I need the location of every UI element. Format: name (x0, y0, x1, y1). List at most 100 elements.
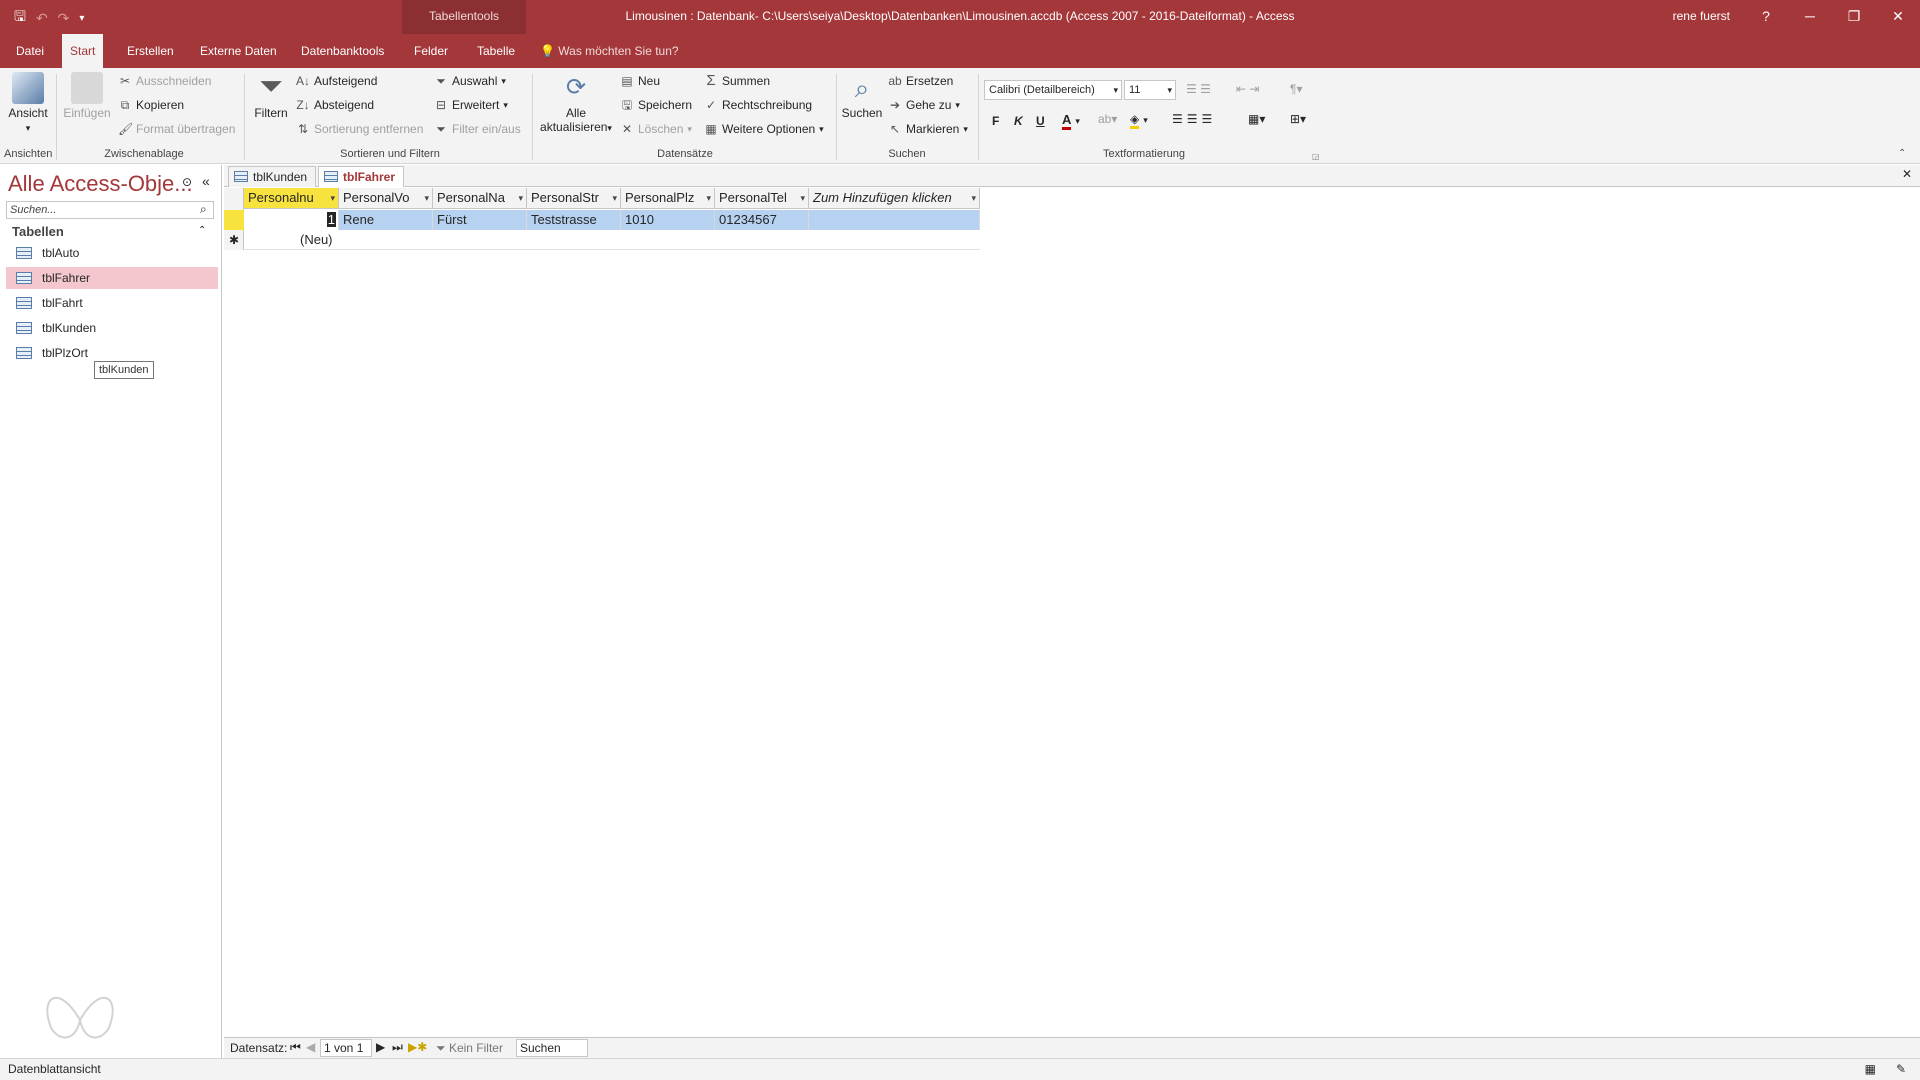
doc-tab-tblfahrer[interactable]: tblFahrer (318, 166, 405, 187)
tab-tabelle[interactable]: Tabelle (469, 34, 523, 68)
align-center-icon[interactable]: ☰ (1187, 112, 1198, 126)
close-button[interactable]: ✕ (1876, 0, 1920, 34)
tab-datei[interactable]: Datei (8, 34, 52, 68)
font-color-button[interactable]: A ▾ (1062, 112, 1080, 130)
chevron-down-icon[interactable]: ▾ (518, 188, 523, 208)
cell-personalstrasse[interactable]: Teststrasse (527, 210, 621, 230)
goto-button[interactable]: ➔ Gehe zu ▾ (888, 98, 960, 112)
help-button[interactable]: ? (1744, 0, 1788, 34)
paragraph-direction-icon[interactable]: ¶▾ (1290, 82, 1302, 96)
customize-qat-icon[interactable]: ▾ (79, 13, 84, 24)
cell-personalname[interactable]: Fürst (433, 210, 527, 230)
list-bullets-icon[interactable]: ☰ ☰ (1186, 82, 1211, 96)
more-options-button[interactable]: ▦ Weitere Optionen ▾ (704, 122, 823, 136)
restore-button[interactable]: ❐ (1832, 0, 1876, 34)
tab-datenbanktools[interactable]: Datenbanktools (293, 34, 392, 68)
minimize-button[interactable]: ─ (1788, 0, 1832, 34)
nav-group-tabellen[interactable]: Tabellen (12, 224, 64, 239)
alternate-row-color-icon[interactable]: ▦▾ (1248, 112, 1265, 126)
tell-me-box[interactable]: 💡 Was möchten Sie tun? (540, 34, 679, 68)
last-record-icon[interactable]: ⏭ (392, 1040, 403, 1055)
select-button[interactable]: ↖ Markieren ▾ (888, 122, 968, 136)
tab-erstellen[interactable]: Erstellen (119, 34, 182, 68)
filter-button[interactable]: ⏷ Filtern (250, 72, 292, 121)
column-header-personaltel[interactable]: PersonalTel ▾ (715, 188, 809, 209)
font-name-select[interactable]: Calibri (Detailbereich) ▾ (984, 80, 1122, 100)
column-header-personalvorname[interactable]: PersonalVo ▾ (339, 188, 433, 209)
collapse-pane-icon[interactable]: « (202, 173, 210, 189)
group-collapse-icon[interactable]: ⌃ (198, 225, 206, 236)
user-name[interactable]: rene fuerst (1673, 0, 1730, 34)
remove-sort-button[interactable]: ⇅ Sortierung entfernen (296, 122, 423, 136)
view-button[interactable]: Ansicht ▾ (6, 72, 50, 134)
italic-button[interactable]: K (1014, 114, 1023, 128)
no-filter-button[interactable]: ⏷ Kein Filter (436, 1041, 503, 1056)
tab-externe-daten[interactable]: Externe Daten (192, 34, 285, 68)
nav-item-tblfahrer[interactable]: tblFahrer (6, 267, 218, 289)
spelling-button[interactable]: ✓ Rechtschreibung (704, 98, 812, 112)
column-header-personalnummer[interactable]: Personalnu ▾ (244, 188, 339, 209)
fill-color-button[interactable]: ◈ ▾ (1130, 112, 1148, 129)
new-record-row[interactable]: (Neu) (244, 230, 980, 250)
new-record-selector[interactable]: ✱ (224, 230, 244, 250)
new-record-button[interactable]: ▤ Neu (620, 74, 660, 88)
search-icon[interactable]: ⌕ (200, 202, 207, 217)
refresh-all-button[interactable]: ⟳ Alle aktualisieren▾ (538, 72, 614, 134)
chevron-down-icon[interactable]: ▾ (800, 188, 805, 208)
gridlines-icon[interactable]: ⊞▾ (1290, 112, 1306, 126)
nav-item-tblfahrt[interactable]: tblFahrt (6, 292, 218, 314)
column-header-add-field[interactable]: Zum Hinzufügen klicken ▾ (809, 188, 980, 209)
cut-button[interactable]: ✂ Ausschneiden (118, 74, 211, 88)
chevron-down-icon[interactable]: ▾ (424, 188, 429, 208)
sort-ascending-button[interactable]: A↓ Aufsteigend (296, 74, 377, 88)
save-icon[interactable]: 🖫 (14, 6, 26, 30)
record-position-input[interactable]: 1 von 1 (320, 1039, 372, 1057)
cell-personaltel[interactable]: 01234567 (715, 210, 809, 230)
dialog-launcher-icon[interactable]: ◲ (1312, 152, 1320, 161)
chevron-down-icon[interactable]: ▾ (612, 188, 617, 208)
cell-add-field[interactable] (809, 210, 980, 230)
cell-personalplz[interactable]: 1010 (621, 210, 715, 230)
column-header-personalplz[interactable]: PersonalPlz ▾ (621, 188, 715, 209)
tab-start[interactable]: Start (62, 34, 104, 68)
font-size-select[interactable]: 11 ▾ (1124, 80, 1176, 100)
datasheet-view-icon[interactable]: ▦ (1865, 1059, 1876, 1079)
collapse-ribbon-icon[interactable]: ⌃ (1898, 148, 1906, 159)
align-buttons[interactable]: ☰ ☰ ☰ (1172, 112, 1212, 126)
nav-pane-title[interactable]: Alle Access-Obje... (8, 171, 193, 197)
align-left-icon[interactable]: ☰ (1172, 112, 1183, 126)
design-view-icon[interactable]: ✎ (1896, 1059, 1906, 1079)
toggle-filter-button[interactable]: ⏷ Filter ein/aus (434, 122, 521, 136)
delete-record-button[interactable]: ✕ Löschen ▾ (620, 122, 692, 136)
record-search-input[interactable]: Suchen (516, 1039, 588, 1057)
column-header-personalstrasse[interactable]: PersonalStr ▾ (527, 188, 621, 209)
highlight-icon[interactable]: ab▾ (1098, 112, 1117, 126)
nav-item-tblkunden[interactable]: tblKunden (6, 317, 218, 339)
paste-button[interactable]: Einfügen (62, 72, 112, 120)
undo-icon[interactable]: ↶ (36, 10, 48, 27)
nav-menu-dropdown-icon[interactable]: ⊙ (182, 175, 192, 189)
selection-filter-button[interactable]: ⏷ Auswahl ▾ (434, 74, 506, 88)
first-record-icon[interactable]: ⏮ (290, 1040, 301, 1055)
save-record-button[interactable]: 🖫 Speichern (620, 98, 692, 112)
new-record-nav-icon[interactable]: ▶✱ (408, 1040, 427, 1054)
find-button[interactable]: ⌕ Suchen (840, 72, 884, 120)
copy-button[interactable]: ⧉ Kopieren (118, 98, 184, 112)
underline-button[interactable]: U (1036, 114, 1045, 128)
next-record-icon[interactable]: ▶ (376, 1040, 385, 1054)
nav-item-tblauto[interactable]: tblAuto (6, 242, 218, 264)
indent-icon[interactable]: ⇤ ⇥ (1236, 82, 1259, 96)
totals-button[interactable]: Σ Summen (704, 73, 770, 88)
chevron-down-icon[interactable]: ▾ (971, 188, 976, 208)
bold-button[interactable]: F (992, 114, 999, 128)
nav-search-input[interactable]: Suchen... (6, 201, 214, 219)
advanced-filter-button[interactable]: ⊟ Erweitert ▾ (434, 98, 508, 112)
column-header-personalname[interactable]: PersonalNa ▾ (433, 188, 527, 209)
sort-descending-button[interactable]: Z↓ Absteigend (296, 98, 374, 112)
close-document-icon[interactable]: ✕ (1902, 167, 1912, 181)
chevron-down-icon[interactable]: ▾ (706, 188, 711, 208)
cell-personalnummer[interactable]: 1 (244, 210, 339, 230)
doc-tab-tblkunden[interactable]: tblKunden (228, 166, 317, 187)
align-right-icon[interactable]: ☰ (1202, 112, 1213, 126)
current-record-selector[interactable] (224, 210, 244, 230)
